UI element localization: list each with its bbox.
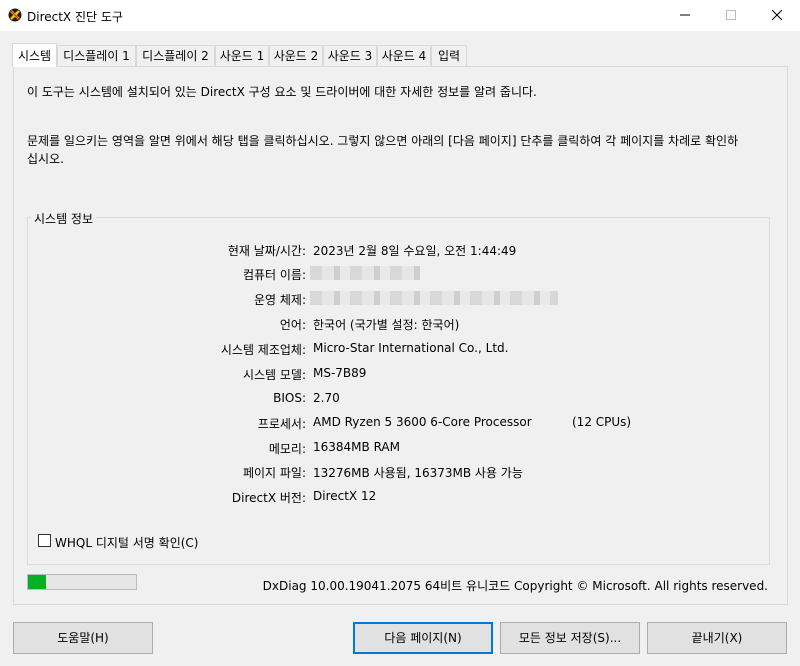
minimize-button[interactable] (662, 0, 708, 31)
info-row-os: 운영 체제: (0, 291, 800, 307)
tab-sound-1[interactable]: 사운드 1 (215, 45, 269, 66)
maximize-button[interactable] (708, 0, 754, 31)
info-label: 시스템 제조업체: (220, 343, 306, 357)
window-title: DirectX 진단 도구 (27, 10, 123, 24)
redacted-os (310, 291, 558, 305)
tab-sound-2[interactable]: 사운드 2 (269, 45, 323, 66)
info-row-page-file: 페이지 파일: 13276MB 사용됨, 16373MB 사용 가능 (0, 464, 800, 480)
info-value: 2023년 2월 8일 수요일, 오전 1:44:49 (313, 244, 517, 258)
tab-sound-3[interactable]: 사운드 3 (323, 45, 377, 66)
info-value: Micro-Star International Co., Ltd. (313, 341, 509, 355)
info-row-bios: BIOS: 2.70 (0, 391, 800, 407)
info-label: BIOS: (273, 391, 306, 405)
progress-bar-fill (28, 575, 47, 589)
info-value: DirectX 12 (313, 489, 377, 503)
cpu-count: (12 CPUs) (572, 415, 632, 429)
info-row-directx-version: DirectX 버전: DirectX 12 (0, 489, 800, 505)
info-value: 2.70 (313, 391, 340, 405)
info-label: 시스템 모델: (242, 368, 306, 382)
directx-app-icon (8, 8, 22, 22)
info-label: 언어: (279, 318, 306, 332)
info-value: 16384MB RAM (313, 440, 400, 454)
info-label: 컴퓨터 이름: (242, 268, 306, 282)
tab-sound-4[interactable]: 사운드 4 (377, 45, 431, 66)
title-bar: DirectX 진단 도구 (0, 0, 800, 31)
maximize-icon (726, 10, 736, 20)
help-button[interactable]: 도움말(H) (13, 622, 153, 654)
info-label: 메모리: (268, 442, 306, 456)
save-all-information-button[interactable]: 모든 정보 저장(S)... (500, 622, 640, 654)
instruction-text: 문제를 일으키는 영역을 알면 위에서 해당 탭을 클릭하십시오. 그렇지 않으… (27, 134, 739, 166)
whql-checkbox[interactable] (38, 534, 51, 547)
intro-text: 이 도구는 시스템에 설치되어 있는 DirectX 구성 요소 및 드라이버에… (27, 85, 537, 99)
info-label: 페이지 파일: (242, 466, 306, 480)
info-value: 13276MB 사용됨, 16373MB 사용 가능 (313, 466, 523, 480)
info-label: 현재 날짜/시간: (227, 244, 306, 258)
progress-bar (27, 574, 137, 590)
redacted-computer-name (310, 266, 420, 280)
next-page-button[interactable]: 다음 페이지(N) (353, 622, 493, 654)
info-row-model: 시스템 모델: MS-7B89 (0, 366, 800, 382)
info-row-computer-name: 컴퓨터 이름: (0, 266, 800, 282)
info-value: AMD Ryzen 5 3600 6-Core Processor (313, 415, 532, 429)
info-row-processor: 프로세서: AMD Ryzen 5 3600 6-Core Processor … (0, 415, 800, 431)
info-label: 프로세서: (257, 417, 306, 431)
tab-system[interactable]: 시스템 (12, 43, 57, 67)
info-value: MS-7B89 (313, 366, 367, 380)
info-row-manufacturer: 시스템 제조업체: Micro-Star International Co., … (0, 341, 800, 357)
version-copyright-text: DxDiag 10.00.19041.2075 64비트 유니코드 Copyri… (262, 579, 768, 593)
system-info-group-title: 시스템 정보 (31, 210, 97, 227)
info-value: 한국어 (국가별 설정: 한국어) (313, 318, 460, 332)
info-label: 운영 체제: (253, 293, 306, 307)
whql-checkbox-label[interactable]: WHQL 디지털 서명 확인(C) (55, 534, 199, 551)
tab-display-1[interactable]: 디스플레이 1 (57, 45, 136, 66)
minimize-icon (680, 14, 690, 16)
exit-button[interactable]: 끝내기(X) (647, 622, 787, 654)
close-icon (772, 10, 782, 20)
info-row-memory: 메모리: 16384MB RAM (0, 440, 800, 456)
info-label: DirectX 버전: (231, 491, 306, 505)
close-button[interactable] (754, 0, 800, 31)
info-row-datetime: 현재 날짜/시간: 2023년 2월 8일 수요일, 오전 1:44:49 (0, 242, 800, 258)
tab-input[interactable]: 입력 (431, 45, 467, 66)
tab-display-2[interactable]: 디스플레이 2 (136, 45, 215, 66)
info-row-language: 언어: 한국어 (국가별 설정: 한국어) (0, 316, 800, 332)
